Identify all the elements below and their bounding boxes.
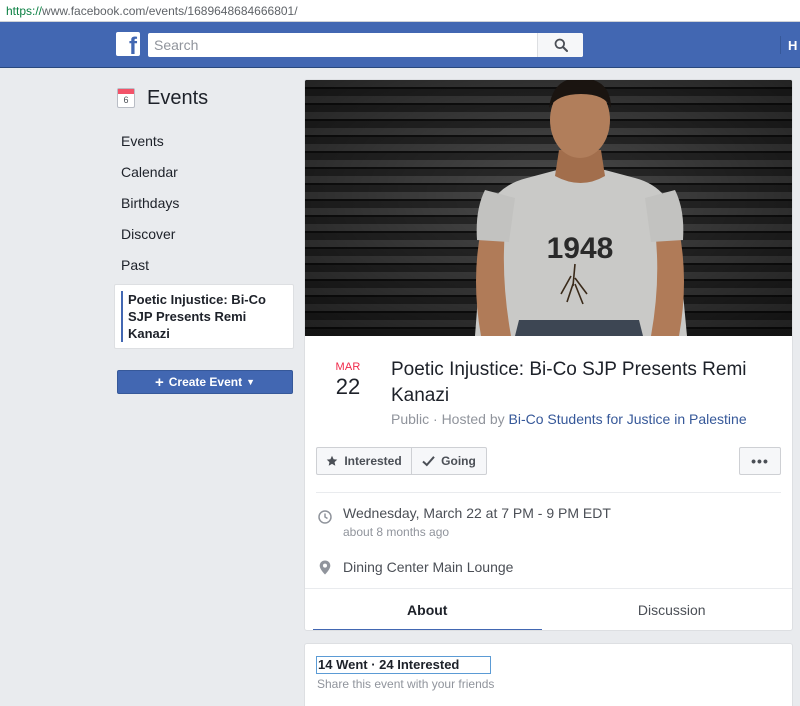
event-time-relative: about 8 months ago bbox=[343, 525, 450, 539]
interested-button[interactable]: Interested bbox=[316, 447, 412, 475]
going-label: Going bbox=[441, 454, 476, 468]
event-title: Poetic Injustice: Bi-Co SJP Presents Rem… bbox=[391, 359, 747, 406]
sidebar-item-discover[interactable]: Discover bbox=[114, 219, 294, 250]
browser-address-bar[interactable]: https://www.facebook.com/events/16896486… bbox=[0, 0, 800, 22]
cover-shirt-text: 1948 bbox=[547, 232, 614, 265]
event-tabs: About Discussion bbox=[305, 588, 793, 630]
clock-icon bbox=[317, 504, 333, 524]
checkmark-icon bbox=[422, 456, 435, 467]
facebook-logo-icon[interactable]: f bbox=[116, 32, 140, 56]
sidebar-item-past[interactable]: Past bbox=[114, 250, 294, 281]
event-time-row: Wednesday, March 22 at 7 PM - 9 PM EDT a… bbox=[317, 504, 611, 539]
event-card: 1948 MAR 22 Poetic Injustice: Bi-Co SJP … bbox=[304, 79, 793, 631]
event-month: MAR bbox=[335, 361, 361, 373]
search-button[interactable] bbox=[537, 33, 583, 57]
event-location[interactable]: Dining Center Main Lounge bbox=[343, 558, 513, 576]
calendar-icon-day: 6 bbox=[123, 95, 129, 105]
event-day: 22 bbox=[335, 374, 361, 399]
search-input[interactable] bbox=[154, 34, 542, 56]
topbar-divider bbox=[780, 36, 781, 54]
event-time: Wednesday, March 22 at 7 PM - 9 PM EDT bbox=[343, 505, 611, 521]
caret-down-icon: ▼ bbox=[246, 377, 256, 387]
url-text[interactable]: https://www.facebook.com/events/16896486… bbox=[6, 4, 298, 18]
sidebar-item-calendar[interactable]: Calendar bbox=[114, 157, 294, 188]
share-prompt: Share this event with your friends bbox=[317, 677, 495, 691]
url-path: www.facebook.com/events/1689648684666801… bbox=[42, 4, 298, 18]
card-divider bbox=[316, 492, 781, 493]
plus-icon: + bbox=[154, 373, 164, 391]
event-stats-card: 14 Went · 24 Interested Share this event… bbox=[304, 643, 793, 706]
sidebar-menu: Events Calendar Birthdays Discover Past bbox=[114, 126, 294, 281]
create-event-button[interactable]: + Create Event ▼ bbox=[117, 370, 293, 394]
top-navigation-bar: f H bbox=[0, 22, 800, 68]
search-icon bbox=[554, 38, 568, 52]
sidebar-item-events[interactable]: Events bbox=[114, 126, 294, 157]
tab-about[interactable]: About bbox=[305, 589, 550, 630]
attendance-counts[interactable]: 14 Went · 24 Interested bbox=[316, 656, 491, 674]
cover-photo-illustration: 1948 bbox=[305, 80, 792, 336]
sidebar-item-current-event[interactable]: Poetic Injustice: Bi-Co SJP Presents Rem… bbox=[114, 284, 294, 349]
sidebar-title: Events bbox=[147, 86, 209, 109]
event-host-link[interactable]: Bi-Co Students for Justice in Palestine bbox=[509, 411, 747, 427]
calendar-icon: 6 bbox=[117, 88, 135, 108]
event-date-block: MAR 22 bbox=[333, 361, 363, 400]
interested-label: Interested bbox=[344, 454, 402, 468]
events-sidebar: 6 Events Events Calendar Birthdays Disco… bbox=[114, 84, 294, 394]
create-event-label: Create Event bbox=[168, 375, 243, 389]
event-privacy: Public · Hosted by bbox=[391, 411, 509, 427]
search-box bbox=[148, 33, 583, 57]
star-icon bbox=[327, 455, 338, 466]
more-options-button[interactable]: ••• bbox=[739, 447, 781, 475]
event-location-row: Dining Center Main Lounge bbox=[317, 558, 513, 576]
going-button[interactable]: Going bbox=[411, 447, 487, 475]
url-scheme: https:// bbox=[6, 4, 43, 18]
map-pin-icon bbox=[317, 558, 333, 575]
sidebar-header: 6 Events bbox=[114, 84, 294, 112]
tab-discussion[interactable]: Discussion bbox=[550, 589, 793, 630]
home-link[interactable]: H bbox=[788, 38, 797, 53]
event-subtitle: Public · Hosted by Bi-Co Students for Ju… bbox=[391, 411, 747, 427]
event-cover-photo[interactable]: 1948 bbox=[305, 80, 792, 336]
sidebar-item-birthdays[interactable]: Birthdays bbox=[114, 188, 294, 219]
